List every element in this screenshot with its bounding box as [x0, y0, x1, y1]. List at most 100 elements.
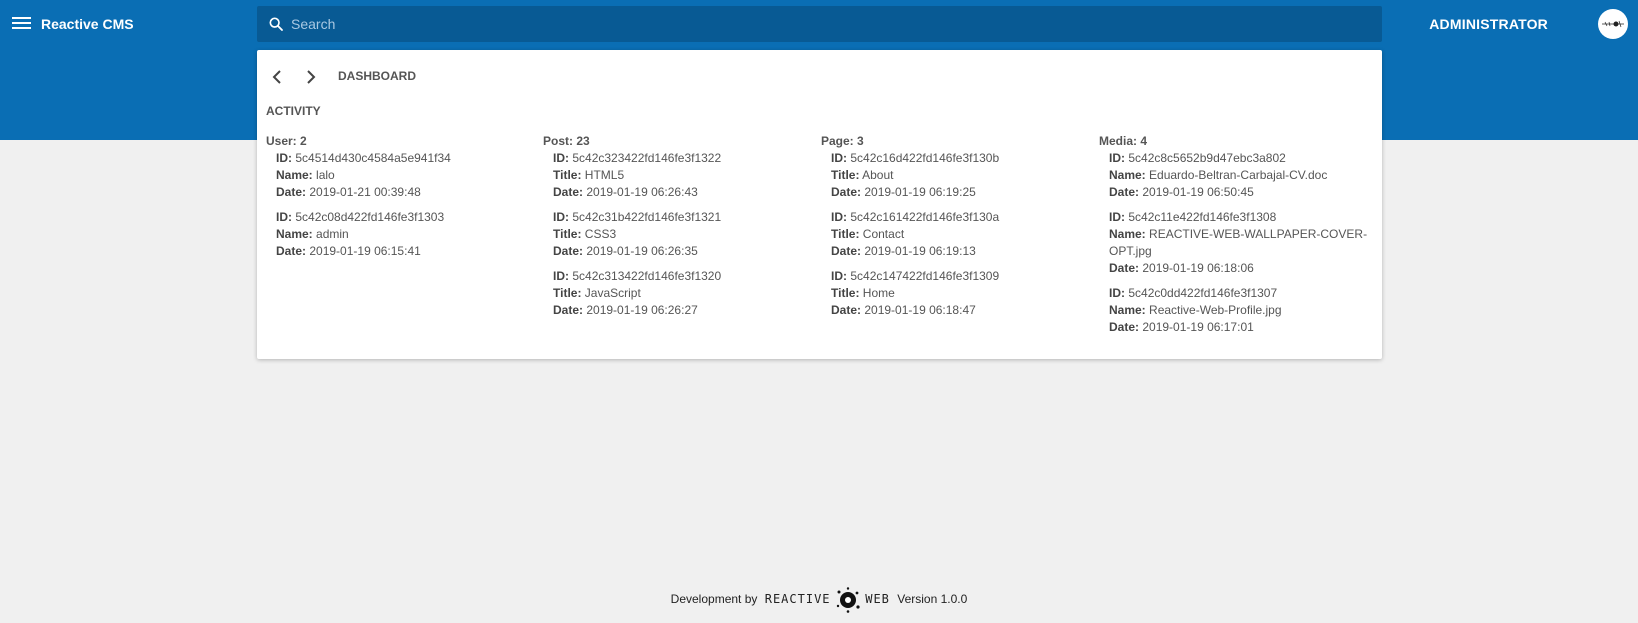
entry-id: ID: 5c42c161422fd146fe3f130a [831, 209, 1091, 226]
search-input[interactable] [291, 6, 1371, 42]
activity-entry: ID: 5c42c11e422fd146fe3f1308 Name: REACTI… [1109, 209, 1369, 277]
entry-id-label: ID: [1109, 151, 1125, 165]
activity-entry: ID: 5c42c147422fd146fe3f1309 Title: Home D… [831, 268, 1091, 319]
entry-date-label: Date: [553, 303, 584, 317]
reactive-web-logo: REACTIVE WEB [765, 586, 890, 614]
entry-name-value: Home [862, 286, 895, 300]
entry-date: Date: 2019-01-19 06:50:45 [1109, 184, 1369, 201]
entry-date: Date: 2019-01-19 06:15:41 [276, 243, 536, 260]
entry-id: ID: 5c42c313422fd146fe3f1320 [553, 268, 813, 285]
activity-entry: ID: 5c42c161422fd146fe3f130a Title: Conta… [831, 209, 1091, 260]
entry-date-value: 2019-01-19 06:26:35 [586, 244, 698, 258]
logo-emblem-icon [836, 587, 860, 613]
activity-title: ACTIVITY [266, 104, 321, 118]
entry-date: Date: 2019-01-19 06:18:47 [831, 302, 1091, 319]
entry-id-value: 5c42c8c5652b9d47ebc3a802 [1128, 151, 1286, 165]
entry-id-label: ID: [553, 210, 569, 224]
entry-id-label: ID: [831, 269, 847, 283]
entry-id-value: 5c42c0dd422fd146fe3f1307 [1128, 286, 1278, 300]
activity-entry: ID: 5c42c8c5652b9d47ebc3a802 Name: Eduard… [1109, 150, 1369, 201]
entry-id: ID: 5c42c11e422fd146fe3f1308 [1109, 209, 1369, 226]
entry-date-value: 2019-01-19 06:26:43 [586, 185, 698, 199]
entry-date-value: 2019-01-19 06:26:27 [586, 303, 698, 317]
entry-id-label: ID: [1109, 210, 1125, 224]
entry-id-label: ID: [276, 210, 292, 224]
entry-date-label: Date: [831, 185, 862, 199]
forward-button[interactable] [298, 65, 322, 89]
entry-date: Date: 2019-01-19 06:19:13 [831, 243, 1091, 260]
entry-name-value: About [862, 168, 894, 182]
menu-icon[interactable] [12, 14, 32, 34]
entry-date-value: 2019-01-19 06:15:41 [309, 244, 421, 258]
entry-date-value: 2019-01-19 06:18:06 [1142, 261, 1254, 275]
search-bar [257, 6, 1382, 42]
entry-date-label: Date: [1109, 185, 1140, 199]
breadcrumb: DASHBOARD [338, 69, 416, 83]
entry-date-value: 2019-01-19 06:18:47 [864, 303, 976, 317]
entry-name-label: Name: [1109, 227, 1146, 241]
search-icon [269, 17, 283, 31]
entry-name-label: Name: [1109, 303, 1146, 317]
footer-prefix: Development by [670, 592, 758, 607]
logo-left-text: REACTIVE [764, 592, 831, 607]
chevron-left-icon [272, 70, 281, 84]
back-button[interactable] [266, 65, 290, 89]
entry-id: ID: 5c42c8c5652b9d47ebc3a802 [1109, 150, 1369, 167]
entry-name-value: Reactive-Web-Profile.jpg [1149, 303, 1282, 317]
entry-name: Title: HTML5 [553, 167, 813, 184]
user-role-label[interactable]: ADMINISTRATOR [1429, 16, 1548, 32]
entry-name-value: Contact [862, 227, 905, 241]
activity-entry: ID: 5c42c31b422fd146fe3f1321 Title: CSS3 D… [553, 209, 813, 260]
entry-name-label: Name: [276, 168, 313, 182]
dashboard-card: DASHBOARD ACTIVITY User: 2 ID: 5c4514d430… [257, 50, 1382, 359]
entry-id: ID: 5c42c31b422fd146fe3f1321 [553, 209, 813, 226]
activity-entry: ID: 5c42c323422fd146fe3f1322 Title: HTML5… [553, 150, 813, 201]
entry-date-label: Date: [1109, 261, 1140, 275]
entry-id: ID: 5c42c0dd422fd146fe3f1307 [1109, 285, 1369, 302]
entry-name: Title: CSS3 [553, 226, 813, 243]
entry-id: ID: 5c4514d430c4584a5e941f34 [276, 150, 536, 167]
entry-name: Name: Reactive-Web-Profile.jpg [1109, 302, 1369, 319]
entry-id-label: ID: [831, 210, 847, 224]
entry-id-value: 5c42c08d422fd146fe3f1303 [295, 210, 445, 224]
entry-date: Date: 2019-01-21 00:39:48 [276, 184, 536, 201]
activity-column-heading: Page: 3 [821, 134, 864, 148]
entry-id-value: 5c42c323422fd146fe3f1322 [572, 151, 722, 165]
entry-name: Name: lalo [276, 167, 536, 184]
entry-date-value: 2019-01-21 00:39:48 [309, 185, 421, 199]
entry-name-value: JavaScript [584, 286, 641, 300]
entry-date: Date: 2019-01-19 06:26:27 [553, 302, 813, 319]
activity-column: Post: 23 ID: 5c42c323422fd146fe3f1322 Titl… [543, 133, 813, 327]
entry-name: Name: Eduardo-Beltran-Carbajal-CV.doc [1109, 167, 1369, 184]
entry-name: Title: Home [831, 285, 1091, 302]
entry-id-label: ID: [553, 151, 569, 165]
entry-date: Date: 2019-01-19 06:19:25 [831, 184, 1091, 201]
entry-date-value: 2019-01-19 06:50:45 [1142, 185, 1254, 199]
entry-name-label: Title: [831, 286, 860, 300]
entry-id-value: 5c4514d430c4584a5e941f34 [295, 151, 451, 165]
entry-name-value: REACTIVE-WEB-WALLPAPER-COVER-OPT.jpg [1109, 227, 1368, 258]
entry-id-label: ID: [553, 269, 569, 283]
entry-date-label: Date: [553, 185, 584, 199]
chevron-right-icon [307, 70, 316, 84]
entry-date-value: 2019-01-19 06:17:01 [1142, 320, 1254, 334]
entry-id: ID: 5c42c323422fd146fe3f1322 [553, 150, 813, 167]
entry-date-label: Date: [831, 303, 862, 317]
activity-column-heading: User: 2 [266, 134, 307, 148]
user-avatar[interactable] [1598, 9, 1628, 39]
activity-column-heading: Post: 23 [543, 134, 590, 148]
app-title: Reactive CMS [41, 16, 134, 32]
entry-date-label: Date: [1109, 320, 1140, 334]
activity-column: User: 2 ID: 5c4514d430c4584a5e941f34 Name:… [266, 133, 536, 268]
entry-name-label: Name: [276, 227, 313, 241]
entry-name-label: Title: [553, 227, 582, 241]
activity-entry: ID: 5c4514d430c4584a5e941f34 Name: lalo Da… [276, 150, 536, 201]
entry-name-label: Title: [831, 227, 860, 241]
entry-id-value: 5c42c16d422fd146fe3f130b [850, 151, 1000, 165]
entry-date-value: 2019-01-19 06:19:25 [864, 185, 976, 199]
entry-name-label: Title: [831, 168, 860, 182]
entry-name-label: Name: [1109, 168, 1146, 182]
entry-name: Title: Contact [831, 226, 1091, 243]
activity-column: Page: 3 ID: 5c42c16d422fd146fe3f130b Title… [821, 133, 1091, 327]
entry-id-label: ID: [1109, 286, 1125, 300]
